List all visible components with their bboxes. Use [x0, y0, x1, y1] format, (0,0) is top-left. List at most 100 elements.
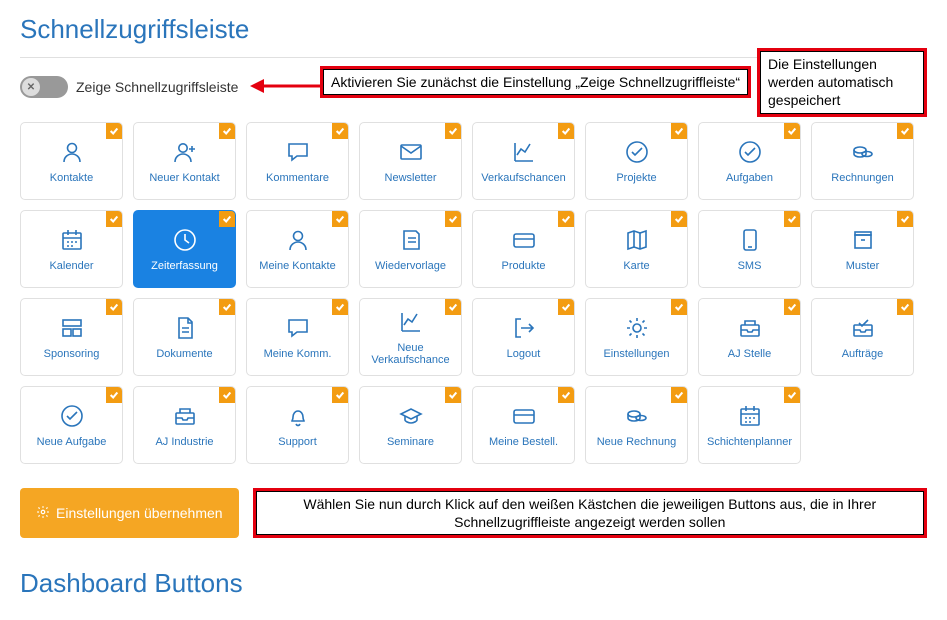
tile-produkte[interactable]: Produkte	[472, 210, 575, 288]
tile-checkbox[interactable]	[219, 299, 235, 315]
tile-label: Schichtenplanner	[705, 436, 794, 448]
tile-checkbox[interactable]	[332, 123, 348, 139]
tile-label: Projekte	[614, 172, 658, 184]
tile-meine-kontakte[interactable]: Meine Kontakte	[246, 210, 349, 288]
show-quickaccess-toggle[interactable]: ✕	[20, 76, 68, 98]
tile-checkbox[interactable]	[219, 123, 235, 139]
tile-sponsoring[interactable]: Sponsoring	[20, 298, 123, 376]
tile-checkbox[interactable]	[106, 299, 122, 315]
calendar-icon	[59, 226, 85, 254]
tile-schichtenplanner[interactable]: Schichtenplanner	[698, 386, 801, 464]
tile-checkbox[interactable]	[784, 299, 800, 315]
tile-logout[interactable]: Logout	[472, 298, 575, 376]
tile-projekte[interactable]: Projekte	[585, 122, 688, 200]
tile-label: Neue Rechnung	[595, 436, 679, 448]
tile-aj-stelle[interactable]: AJ Stelle	[698, 298, 801, 376]
tile-checkbox[interactable]	[332, 211, 348, 227]
chart-icon	[511, 138, 537, 166]
logout-icon	[511, 314, 537, 342]
tile-meine-bestell-[interactable]: Meine Bestell.	[472, 386, 575, 464]
gear-icon	[624, 314, 650, 342]
tile-checkbox[interactable]	[106, 123, 122, 139]
phone-icon	[737, 226, 763, 254]
tile-karte[interactable]: Karte	[585, 210, 688, 288]
check-circle-icon	[737, 138, 763, 166]
tile-checkbox[interactable]	[332, 299, 348, 315]
tile-seminare[interactable]: Seminare	[359, 386, 462, 464]
tile-label: Neuer Kontakt	[147, 172, 221, 184]
tile-checkbox[interactable]	[445, 387, 461, 403]
tray-check-icon	[850, 314, 876, 342]
tile-rechnungen[interactable]: Rechnungen	[811, 122, 914, 200]
card-icon	[511, 226, 537, 254]
tile-neue-verkaufschance[interactable]: Neue Verkaufschance	[359, 298, 462, 376]
coins-icon	[850, 138, 876, 166]
tile-label: Neue Verkaufschance	[360, 342, 461, 366]
tile-checkbox[interactable]	[558, 123, 574, 139]
tile-aufgaben[interactable]: Aufgaben	[698, 122, 801, 200]
tile-label: Support	[276, 436, 319, 448]
tile-checkbox[interactable]	[558, 211, 574, 227]
tile-checkbox[interactable]	[671, 387, 687, 403]
comment-icon	[285, 138, 311, 166]
tile-kontakte[interactable]: Kontakte	[20, 122, 123, 200]
tile-neuer-kontakt[interactable]: Neuer Kontakt	[133, 122, 236, 200]
tile-aj-industrie[interactable]: AJ Industrie	[133, 386, 236, 464]
tile-checkbox[interactable]	[784, 123, 800, 139]
tile-checkbox[interactable]	[671, 211, 687, 227]
tile-newsletter[interactable]: Newsletter	[359, 122, 462, 200]
tile-label: Produkte	[499, 260, 547, 272]
tile-kommentare[interactable]: Kommentare	[246, 122, 349, 200]
tile-checkbox[interactable]	[106, 387, 122, 403]
tile-label: Sponsoring	[42, 348, 102, 360]
envelope-icon	[398, 138, 424, 166]
tile-checkbox[interactable]	[897, 299, 913, 315]
calendar-icon	[737, 402, 763, 430]
tile-auftr-ge[interactable]: Aufträge	[811, 298, 914, 376]
tile-checkbox[interactable]	[558, 299, 574, 315]
tile-checkbox[interactable]	[671, 299, 687, 315]
toggle-row: ✕ Zeige Schnellzugriffsleiste Aktivieren…	[20, 76, 927, 98]
tile-label: AJ Stelle	[726, 348, 773, 360]
tile-neue-aufgabe[interactable]: Neue Aufgabe	[20, 386, 123, 464]
tile-checkbox[interactable]	[445, 211, 461, 227]
close-icon: ✕	[22, 78, 40, 96]
tile-label: Newsletter	[383, 172, 439, 184]
clock-icon	[172, 226, 198, 254]
tile-dokumente[interactable]: Dokumente	[133, 298, 236, 376]
tile-checkbox[interactable]	[897, 123, 913, 139]
tile-label: Aufgaben	[724, 172, 775, 184]
tile-label: Muster	[844, 260, 882, 272]
tray-icon	[172, 402, 198, 430]
document-icon	[172, 314, 198, 342]
tile-checkbox[interactable]	[558, 387, 574, 403]
tray-icon	[737, 314, 763, 342]
tile-muster[interactable]: Muster	[811, 210, 914, 288]
tile-neue-rechnung[interactable]: Neue Rechnung	[585, 386, 688, 464]
tile-checkbox[interactable]	[106, 211, 122, 227]
tile-checkbox[interactable]	[445, 299, 461, 315]
tile-checkbox[interactable]	[784, 387, 800, 403]
tile-checkbox[interactable]	[784, 211, 800, 227]
tile-wiedervorlage[interactable]: Wiedervorlage	[359, 210, 462, 288]
tile-label: Einstellungen	[601, 348, 671, 360]
tile-checkbox[interactable]	[219, 387, 235, 403]
tile-support[interactable]: Support	[246, 386, 349, 464]
tile-checkbox[interactable]	[332, 387, 348, 403]
apply-settings-button[interactable]: Einstellungen übernehmen	[20, 488, 239, 538]
tile-checkbox[interactable]	[897, 211, 913, 227]
tile-einstellungen[interactable]: Einstellungen	[585, 298, 688, 376]
tile-sms[interactable]: SMS	[698, 210, 801, 288]
tile-label: Meine Kontakte	[257, 260, 337, 272]
tile-checkbox[interactable]	[671, 123, 687, 139]
person-plus-icon	[172, 138, 198, 166]
tile-checkbox[interactable]	[219, 211, 235, 227]
annotation-select: Wählen Sie nun durch Klick auf den weiße…	[253, 488, 927, 538]
tile-zeiterfassung[interactable]: Zeiterfassung	[133, 210, 236, 288]
check-circle-icon	[624, 138, 650, 166]
tile-meine-komm-[interactable]: Meine Komm.	[246, 298, 349, 376]
chart-icon	[398, 308, 424, 336]
tile-checkbox[interactable]	[445, 123, 461, 139]
tile-kalender[interactable]: Kalender	[20, 210, 123, 288]
tile-verkaufschancen[interactable]: Verkaufschancen	[472, 122, 575, 200]
